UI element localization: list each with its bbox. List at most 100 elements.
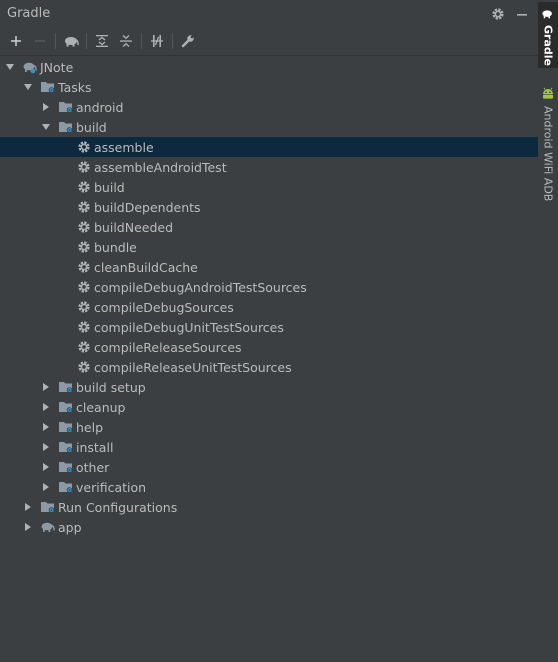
hide-minimize-icon[interactable] [512,4,532,24]
task-item-buildneeded[interactable]: buildNeeded [0,217,538,237]
tab-gradle[interactable]: Gradle [538,2,558,68]
collapsed-arrow-icon[interactable] [22,501,34,513]
right-tool-window-bar: Gradle Android WiFi ADB [538,0,558,662]
task-label: compileReleaseSources [94,339,242,355]
task-gear-icon [76,359,92,375]
build-settings-wrench-icon[interactable] [176,30,200,52]
collapsed-arrow-icon[interactable] [40,441,52,453]
task-label: buildNeeded [94,219,174,235]
task-item-assemble[interactable]: assemble [0,137,538,157]
task-item-compiledebugunittestsources[interactable]: compileDebugUnitTestSources [0,317,538,337]
remove-minus-icon[interactable] [28,30,52,52]
folder-gear-icon [58,399,74,415]
collapse-all-icon[interactable] [114,30,138,52]
gradle-elephant-icon [541,8,555,23]
tree-node-app[interactable]: app [0,517,538,537]
task-item-compiledebugsources[interactable]: compileDebugSources [0,297,538,317]
folder-gear-icon [58,459,74,475]
tree-node-label: android [76,99,124,115]
task-item-cleanbuildcache[interactable]: cleanBuildCache [0,257,538,277]
tree-node-label: help [76,419,104,435]
task-item-bundle[interactable]: bundle [0,237,538,257]
tree-node-build[interactable]: build [0,117,538,137]
tab-label: Android WiFi ADB [541,106,555,202]
tree-node-label: JNote [40,59,74,75]
tree-node-label: verification [76,479,147,495]
task-gear-icon [76,199,92,215]
android-icon [541,86,555,103]
collapsed-arrow-icon[interactable] [40,381,52,393]
folder-gear-icon [58,419,74,435]
task-label: cleanBuildCache [94,259,198,275]
expanded-arrow-icon[interactable] [22,81,34,93]
task-gear-icon [76,299,92,315]
tree-node-label: build setup [76,379,146,395]
task-label: compileReleaseUnitTestSources [94,359,292,375]
tree-node-label: Tasks [58,79,92,95]
folder-gear-icon [58,379,74,395]
toolbar-separator [172,33,173,49]
tree-node-build-setup[interactable]: build setup [0,377,538,397]
tab-label: Gradle [541,25,555,66]
tree-node-label: other [76,459,110,475]
expanded-arrow-icon[interactable] [4,61,16,73]
tree-node-verification[interactable]: verification [0,477,538,497]
task-gear-icon [76,279,92,295]
collapsed-arrow-icon[interactable] [22,521,34,533]
task-item-builddependents[interactable]: buildDependents [0,197,538,217]
gradle-tree: JNote Tasks android build assemble assem… [0,56,538,537]
collapsed-arrow-icon[interactable] [40,401,52,413]
collapsed-arrow-icon[interactable] [40,101,52,113]
toolbar [0,27,538,56]
tree-node-android[interactable]: android [0,97,538,117]
tree-node-label: Run Configurations [58,499,178,515]
tab-android-wifi-adb[interactable]: Android WiFi ADB [538,86,558,216]
tree-node-install[interactable]: install [0,437,538,457]
task-gear-icon [76,339,92,355]
task-label: bundle [94,239,137,255]
tree-node-label: app [58,519,82,535]
toolbar-separator [86,33,87,49]
task-gear-icon [76,159,92,175]
tree-node-cleanup[interactable]: cleanup [0,397,538,417]
gradle-elephant-icon [22,59,38,75]
tree-node-other[interactable]: other [0,457,538,477]
folder-gear-icon [58,479,74,495]
task-item-compilereleasesources[interactable]: compileReleaseSources [0,337,538,357]
panel-title: Gradle [7,6,51,21]
collapsed-arrow-icon[interactable] [40,421,52,433]
settings-gear-icon[interactable] [488,4,508,24]
toolbar-separator [141,33,142,49]
task-gear-icon [76,219,92,235]
toggle-offline-mode-icon[interactable] [145,30,169,52]
tree-node-run-configurations[interactable]: Run Configurations [0,497,538,517]
task-gear-icon [76,139,92,155]
task-label: compileDebugAndroidTestSources [94,279,307,295]
expand-all-icon[interactable] [90,30,114,52]
collapsed-arrow-icon[interactable] [40,481,52,493]
tree-node-tasks[interactable]: Tasks [0,77,538,97]
task-label: assemble [94,139,154,155]
tree-node-jnote[interactable]: JNote [0,57,538,77]
task-label: compileDebugUnitTestSources [94,319,284,335]
expanded-arrow-icon[interactable] [40,121,52,133]
folder-gear-icon [58,99,74,115]
collapsed-arrow-icon[interactable] [40,461,52,473]
folder-gear-icon [40,79,56,95]
tree-node-label: build [76,119,107,135]
task-item-build[interactable]: build [0,177,538,197]
task-item-assembleandroidtest[interactable]: assembleAndroidTest [0,157,538,177]
task-item-compilereleaseunittestsources[interactable]: compileReleaseUnitTestSources [0,357,538,377]
gradle-elephant-icon [40,519,56,535]
execute-gradle-task-elephant-icon[interactable] [59,30,83,52]
task-gear-icon [76,179,92,195]
task-label: buildDependents [94,199,201,215]
task-gear-icon [76,259,92,275]
folder-gear-icon [58,119,74,135]
tree-node-label: cleanup [76,399,126,415]
add-plus-icon[interactable] [4,30,28,52]
task-item-compiledebugandroidtestsources[interactable]: compileDebugAndroidTestSources [0,277,538,297]
tree-node-help[interactable]: help [0,417,538,437]
folder-gear-icon [58,439,74,455]
task-label: assembleAndroidTest [94,159,227,175]
